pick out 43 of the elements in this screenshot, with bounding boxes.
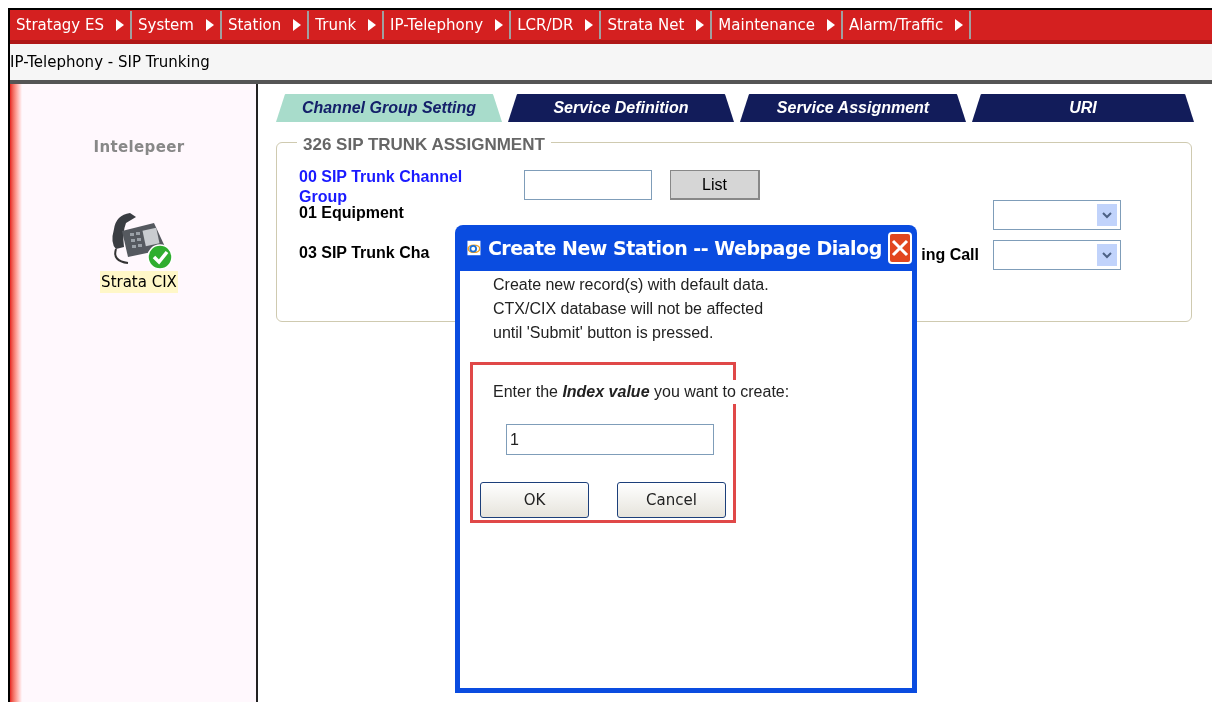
menu-arrow-icon: [696, 19, 705, 31]
dialog-title: Create New Station -- Webpage Dialog: [487, 235, 882, 261]
menu-item[interactable]: Trunk: [309, 11, 385, 39]
menu-arrow-icon: [205, 19, 214, 31]
dialog-message: Create new record(s) with default data.: [493, 275, 770, 295]
menu-arrow-icon: [116, 19, 124, 31]
dialog-button[interactable]: Cancel: [617, 482, 726, 518]
tab[interactable]: URI: [972, 94, 1194, 122]
text-field[interactable]: [524, 170, 652, 200]
close-button[interactable]: [887, 232, 912, 264]
sidebar-title: Intelepeer: [93, 137, 185, 158]
tab[interactable]: Channel Group Setting: [276, 94, 502, 122]
field-label: 00 SIP Trunk Channel Group: [299, 167, 464, 207]
tab[interactable]: Service Definition: [508, 94, 734, 122]
menu-item[interactable]: LCR/DR: [511, 11, 602, 39]
dialog-message: until 'Submit' button is pressed.: [493, 323, 715, 343]
menu-item[interactable]: Stratagy ES: [10, 11, 132, 39]
menu-item[interactable]: Strata Net: [601, 11, 713, 39]
device-label[interactable]: Strata CIX: [100, 270, 178, 293]
dialog-message: CTX/CIX database will not be affected: [493, 299, 765, 319]
dialog-button[interactable]: OK: [480, 482, 589, 518]
field-label: ing Call: [921, 245, 979, 265]
index-field[interactable]: 1: [506, 424, 714, 455]
menu-item[interactable]: Alarm/Traffic: [842, 11, 972, 39]
tab[interactable]: Service Assignment: [740, 94, 966, 122]
menu-arrow-icon: [368, 19, 377, 31]
prompt-text: Enter the Index value you want to create:: [493, 380, 790, 404]
menu-arrow-icon: [955, 19, 964, 31]
menu-arrow-icon: [495, 19, 504, 31]
list-button[interactable]: List: [670, 170, 760, 200]
dropdown-field[interactable]: [993, 200, 1121, 230]
field-label: 03 SIP Trunk Cha: [299, 243, 430, 263]
menu-item[interactable]: System: [132, 11, 222, 39]
field-label: 01 Equipment: [299, 204, 404, 223]
dropdown-field[interactable]: [993, 240, 1121, 270]
menu-item[interactable]: Station: [221, 11, 310, 39]
menu-item[interactable]: Maintenance: [712, 11, 843, 39]
menu-arrow-icon: [826, 19, 835, 31]
page-title: IP-Telephony - SIP Trunking: [10, 51, 210, 73]
menu-arrow-icon: [585, 19, 594, 31]
close-icon: [890, 239, 909, 257]
menu-arrow-icon: [293, 19, 302, 31]
menu-item[interactable]: IP-Telephony: [384, 11, 512, 39]
